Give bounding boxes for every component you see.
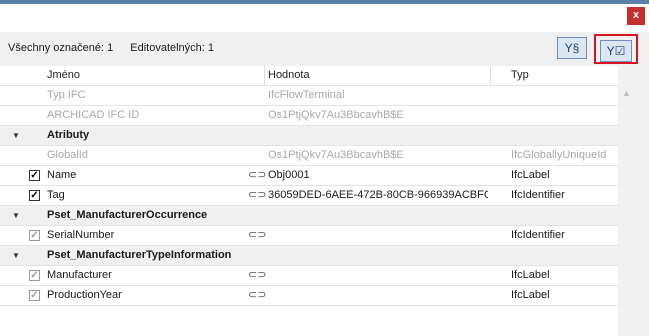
link-icon[interactable]: ⊂⊃ bbox=[248, 166, 266, 185]
property-name: ProductionYear bbox=[47, 289, 122, 301]
selected-count-label: Všechny označené: 1 bbox=[8, 42, 114, 54]
property-type: IfcIdentifier bbox=[511, 229, 565, 241]
group-row-atributy[interactable]: ▼ Atributy bbox=[0, 126, 618, 146]
table-row[interactable]: ✓ Manufacturer ⊂⊃ IfcLabel bbox=[0, 266, 618, 286]
column-header-row: Jméno Hodnota Typ bbox=[0, 66, 618, 86]
properties-grid: Jméno Hodnota Typ Typ IFC IfcFlowTermina… bbox=[0, 66, 618, 336]
property-name: Name bbox=[47, 169, 77, 181]
group-name: Pset_ManufacturerOccurrence bbox=[47, 209, 208, 221]
group-name: Pset_ManufacturerTypeInformation bbox=[47, 249, 232, 261]
triangle-down-icon[interactable]: ▼ bbox=[12, 126, 20, 145]
property-name: SerialNumber bbox=[47, 229, 115, 241]
scroll-up-icon[interactable]: ▲ bbox=[622, 88, 631, 98]
selection-summary: Všechny označené: 1 Editovatelných: 1 bbox=[8, 42, 228, 54]
property-type bbox=[511, 86, 616, 105]
link-icon[interactable]: ⊂⊃ bbox=[248, 226, 266, 245]
editable-count-label: Editovatelných: 1 bbox=[130, 42, 215, 54]
property-value: Os1PtjQkv7Au3BbcavhB$E bbox=[268, 109, 404, 121]
property-type bbox=[511, 106, 616, 125]
close-button[interactable]: x bbox=[627, 7, 645, 25]
checkmark-icon[interactable]: ✓ bbox=[29, 170, 40, 181]
title-bar: x bbox=[0, 0, 649, 32]
property-type: IfcLabel bbox=[511, 289, 550, 301]
column-divider[interactable] bbox=[490, 66, 491, 85]
filter-ifc-button[interactable]: Y§ bbox=[557, 37, 587, 59]
property-type: IfcIdentifier bbox=[511, 189, 565, 201]
triangle-down-icon[interactable]: ▼ bbox=[12, 206, 20, 225]
property-value: IfcFlowTerminal bbox=[268, 89, 345, 101]
group-row-manufacturer-type-information[interactable]: ▼ Pset_ManufacturerTypeInformation bbox=[0, 246, 618, 266]
checkmark-icon[interactable]: ✓ bbox=[29, 290, 40, 301]
property-type: IfcLabel bbox=[511, 269, 550, 281]
property-name: ARCHICAD IFC ID bbox=[47, 109, 140, 121]
table-row[interactable]: ARCHICAD IFC ID Os1PtjQkv7Au3BbcavhB$E bbox=[0, 106, 618, 126]
group-row-manufacturer-occurrence[interactable]: ▼ Pset_ManufacturerOccurrence bbox=[0, 206, 618, 226]
property-name: Typ IFC bbox=[47, 89, 86, 101]
title-bar-accent bbox=[0, 0, 649, 4]
table-row[interactable]: GlobalId Os1PtjQkv7Au3BbcavhB$E IfcGloba… bbox=[0, 146, 618, 166]
property-value[interactable]: 36059DED-6AEE-472B-80CB-966939ACBFCE bbox=[268, 186, 488, 205]
filter-editable-highlight: Y☑ bbox=[594, 34, 638, 64]
property-name: Manufacturer bbox=[47, 269, 112, 281]
column-header-value[interactable]: Hodnota bbox=[268, 66, 488, 85]
checkmark-icon[interactable]: ✓ bbox=[29, 190, 40, 201]
property-name: Tag bbox=[47, 189, 65, 201]
table-row[interactable]: Typ IFC IfcFlowTerminal bbox=[0, 86, 618, 106]
property-value[interactable] bbox=[268, 286, 488, 305]
table-row[interactable]: ✓ SerialNumber ⊂⊃ IfcIdentifier bbox=[0, 226, 618, 246]
column-header-type[interactable]: Typ bbox=[511, 66, 616, 85]
property-value[interactable] bbox=[268, 266, 488, 285]
checkmark-icon[interactable]: ✓ bbox=[29, 270, 40, 281]
filter-editable-button[interactable]: Y☑ bbox=[600, 40, 632, 62]
toolbar: Všechny označené: 1 Editovatelných: 1 Y§… bbox=[0, 32, 649, 66]
property-value[interactable]: Obj0001 bbox=[268, 166, 488, 185]
vertical-scrollbar[interactable]: ▲ bbox=[618, 66, 649, 336]
checkmark-icon[interactable]: ✓ bbox=[29, 230, 40, 241]
table-row[interactable]: ✓ Tag ⊂⊃ 36059DED-6AEE-472B-80CB-966939A… bbox=[0, 186, 618, 206]
table-row[interactable]: ✓ ProductionYear ⊂⊃ IfcLabel bbox=[0, 286, 618, 306]
link-icon[interactable]: ⊂⊃ bbox=[248, 266, 266, 285]
property-type: IfcGloballyUniqueId bbox=[511, 149, 607, 161]
property-value[interactable] bbox=[268, 226, 488, 245]
group-name: Atributy bbox=[47, 129, 90, 141]
table-row[interactable]: ✓ Name ⊂⊃ Obj0001 IfcLabel bbox=[0, 166, 618, 186]
link-icon[interactable]: ⊂⊃ bbox=[248, 286, 266, 305]
property-name: GlobalId bbox=[47, 149, 88, 161]
column-header-name[interactable]: Jméno bbox=[47, 66, 247, 85]
property-type: IfcLabel bbox=[511, 169, 550, 181]
link-icon[interactable]: ⊂⊃ bbox=[248, 186, 266, 205]
property-value: Os1PtjQkv7Au3BbcavhB$E bbox=[268, 149, 404, 161]
triangle-down-icon[interactable]: ▼ bbox=[12, 246, 20, 265]
column-divider[interactable] bbox=[264, 66, 265, 85]
